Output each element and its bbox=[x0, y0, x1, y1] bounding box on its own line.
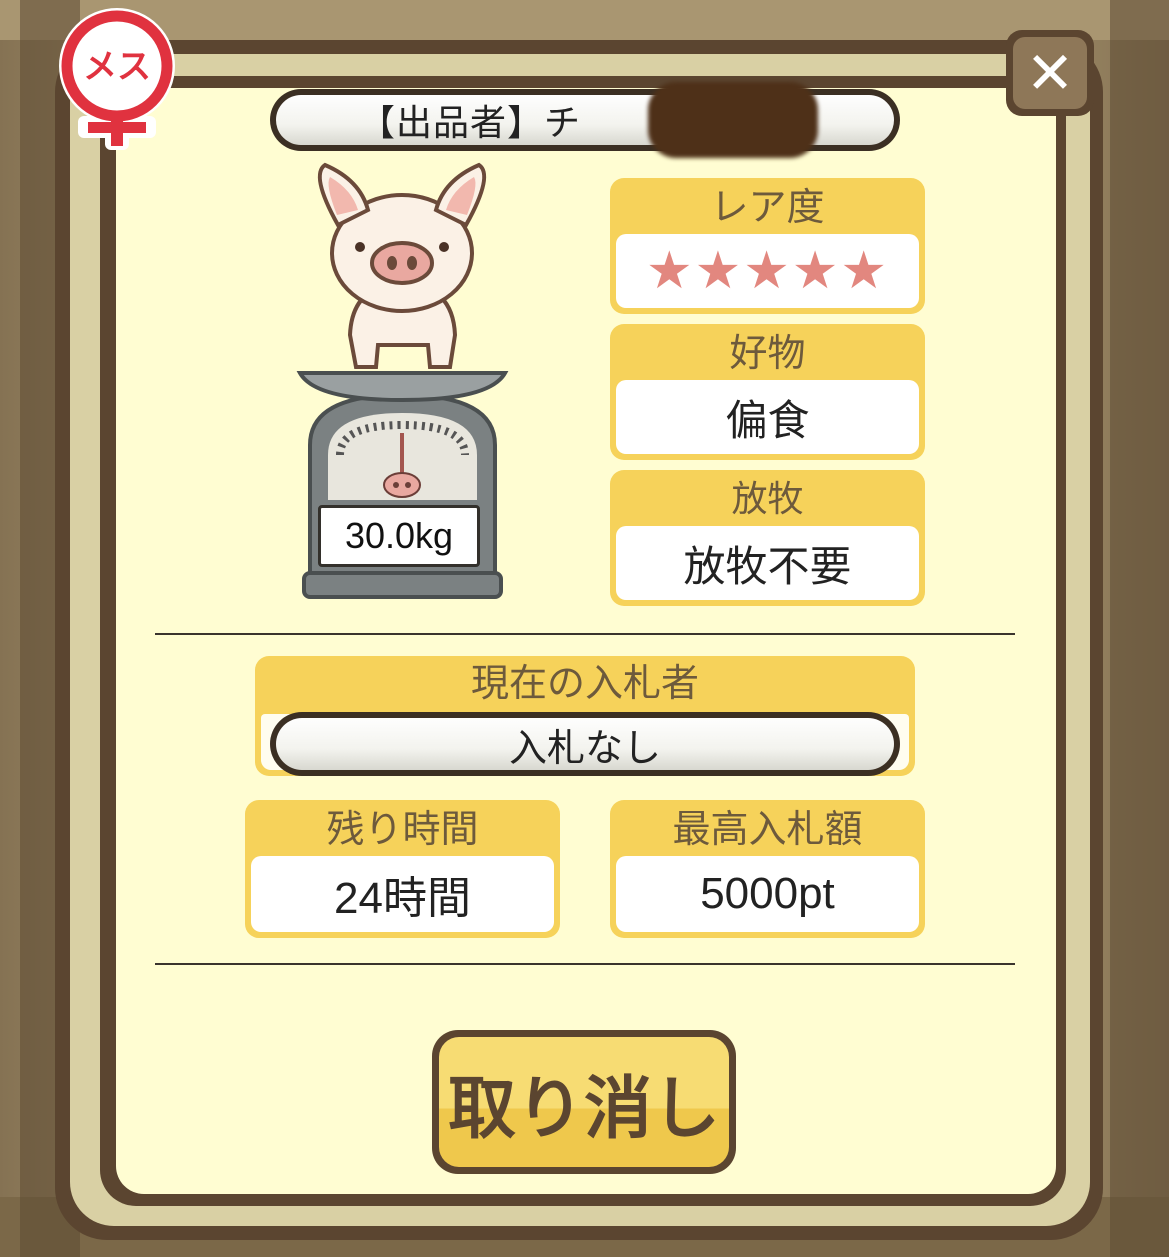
weight-display: 30.0kg bbox=[318, 505, 480, 567]
max-bid-value: 5000pt bbox=[616, 856, 919, 932]
rarity-title: レア度 bbox=[710, 185, 825, 229]
cancel-button[interactable]: 取り消し bbox=[432, 1030, 736, 1174]
time-left-title: 残り時間 bbox=[326, 807, 479, 851]
grazing-value: 放牧不要 bbox=[616, 526, 919, 600]
background-post bbox=[1110, 0, 1169, 1257]
max-bid-title: 最高入札額 bbox=[672, 807, 863, 851]
bidder-value: 入札なし bbox=[276, 718, 894, 770]
redaction-mark bbox=[648, 82, 818, 158]
rarity-stars: ★★★★★ bbox=[645, 241, 890, 301]
time-left-card: 残り時間 24時間 bbox=[245, 800, 560, 938]
seller-label: 【出品者】チ bbox=[358, 103, 581, 144]
grazing-title: 放牧 bbox=[731, 479, 804, 520]
favorite-title: 好物 bbox=[729, 331, 806, 375]
rarity-card: レア度 ★★★★★ bbox=[610, 178, 925, 314]
time-left-value: 24時間 bbox=[251, 856, 554, 932]
max-bid-card: 最高入札額 5000pt bbox=[610, 800, 925, 938]
close-icon: ✕ bbox=[1025, 39, 1075, 107]
grazing-card: 放牧 放牧不要 bbox=[610, 470, 925, 606]
bidder-title: 現在の入札者 bbox=[470, 661, 699, 705]
divider bbox=[155, 963, 1015, 965]
gender-label: メス bbox=[83, 47, 151, 87]
female-icon: メス bbox=[59, 8, 175, 150]
cancel-button-label: 取り消し bbox=[439, 1037, 729, 1167]
bidder-field: 入札なし bbox=[270, 712, 900, 776]
favorite-value: 偏食 bbox=[616, 380, 919, 454]
favorite-card: 好物 偏食 bbox=[610, 324, 925, 460]
divider bbox=[155, 633, 1015, 635]
close-button[interactable]: ✕ bbox=[1006, 30, 1094, 116]
